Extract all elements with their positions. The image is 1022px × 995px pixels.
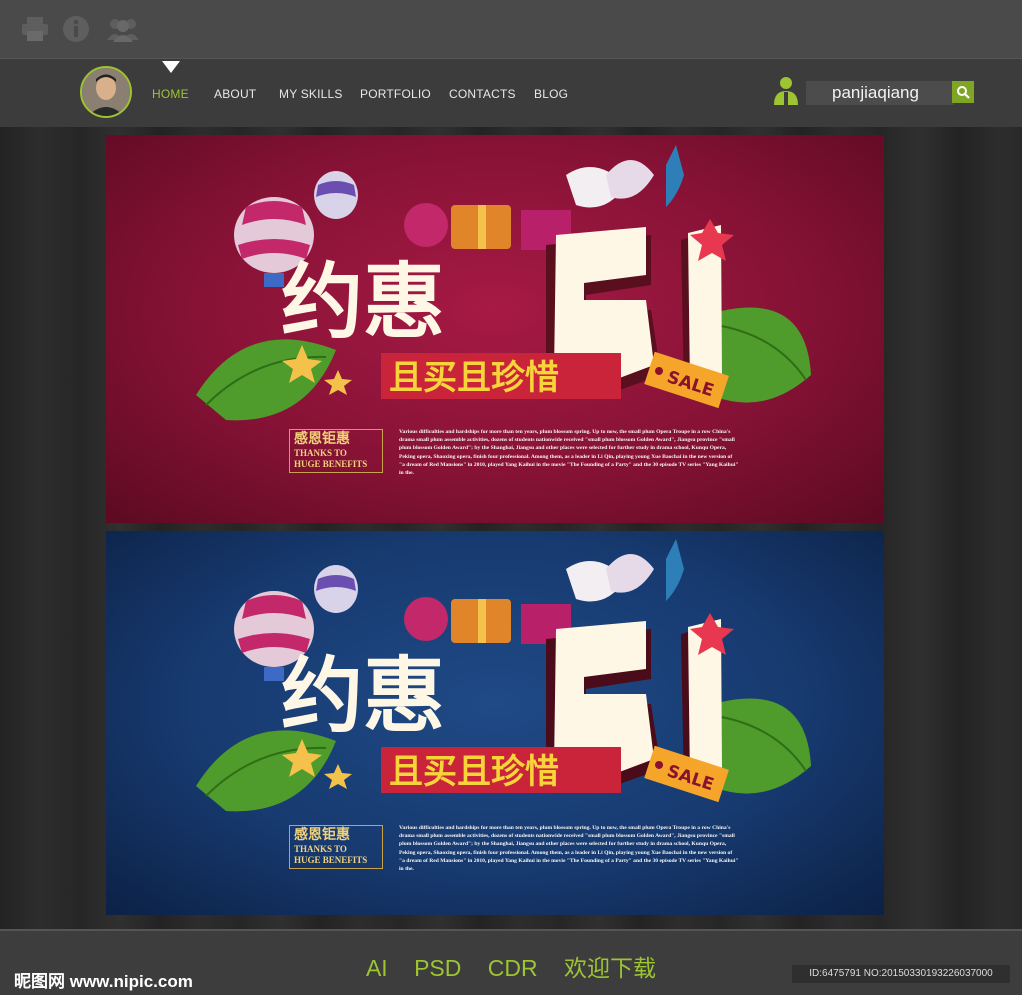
- avatar[interactable]: [80, 66, 132, 118]
- format-psd: PSD: [414, 955, 462, 981]
- poster-title-text: 约惠: [281, 254, 445, 350]
- nav-contacts[interactable]: CONTACTS: [449, 87, 516, 101]
- nav-my-skills[interactable]: MY SKILLS: [279, 87, 343, 101]
- user-icon[interactable]: [772, 75, 800, 110]
- poster-paragraph: Various difficulties and hardships for m…: [399, 429, 739, 477]
- thanks-box-line2: HUGE BENEFITS: [294, 855, 368, 865]
- search-button[interactable]: [952, 81, 974, 103]
- thanks-box-line1: THANKS TO: [294, 448, 347, 458]
- format-cdr: CDR: [487, 955, 538, 981]
- preview-stage: 约惠 且买且珍惜 SALE 51 感恩钜惠 THANKS TO HUGE BEN…: [0, 127, 1022, 929]
- thanks-box: 感恩钜惠 THANKS TO HUGE BENEFITS: [289, 825, 383, 869]
- poster-title-text: 约惠: [281, 648, 445, 744]
- search-icon: [957, 86, 970, 99]
- poster-subtitle-text: 且买且珍惜: [389, 358, 559, 398]
- format-ai: AI: [365, 955, 388, 981]
- poster-blue[interactable]: 约惠 且买且珍惜 SALE 51 感恩钜惠 THANKS TO HUGE BEN…: [106, 531, 884, 915]
- poster-subtitle-text: 且买且珍惜: [389, 752, 559, 792]
- main-navigation: HOME ABOUT MY SKILLS PORTFOLIO CONTACTS …: [0, 58, 1022, 128]
- welcome-download: 欢迎下载: [564, 955, 657, 981]
- poster-paragraph: Various difficulties and hardships for m…: [399, 825, 739, 873]
- active-caret-icon: [162, 61, 180, 73]
- footer-bar: 昵图网 www.nipic.com AI PSD CDR 欢迎下载 ID:647…: [0, 929, 1022, 995]
- search-input[interactable]: [806, 81, 954, 105]
- printer-icon[interactable]: [20, 14, 50, 44]
- thanks-box-line2: HUGE BENEFITS: [294, 459, 368, 469]
- info-icon[interactable]: [61, 14, 91, 44]
- thanks-box: 感恩钜惠 THANKS TO HUGE BENEFITS: [289, 429, 383, 473]
- image-id-label: ID:6475791 NO:20150330193226037000: [792, 965, 1010, 983]
- nav-home[interactable]: HOME: [152, 87, 189, 101]
- thanks-box-title: 感恩钜惠: [294, 432, 350, 447]
- thanks-box-title: 感恩钜惠: [294, 828, 350, 843]
- top-toolbar: [0, 0, 1022, 58]
- nav-portfolio[interactable]: PORTFOLIO: [360, 87, 431, 101]
- nav-blog[interactable]: BLOG: [534, 87, 568, 101]
- thanks-box-line1: THANKS TO: [294, 844, 347, 854]
- nav-about[interactable]: ABOUT: [214, 87, 256, 101]
- group-icon[interactable]: [104, 14, 142, 44]
- poster-red[interactable]: 约惠 且买且珍惜 SALE 51 感恩钜惠 THANKS TO HUGE BEN…: [106, 135, 884, 523]
